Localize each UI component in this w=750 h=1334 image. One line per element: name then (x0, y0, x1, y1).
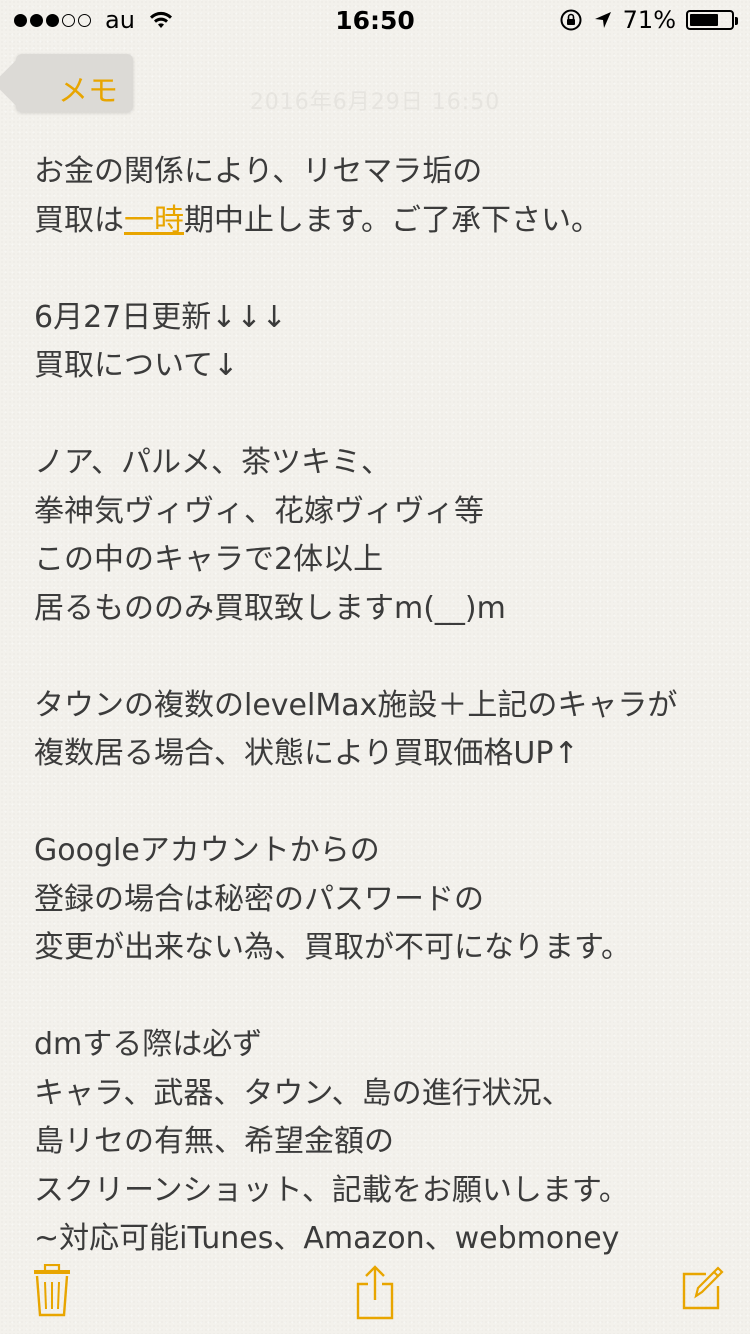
trash-icon[interactable] (32, 1264, 72, 1318)
note-line: dmする際は必ず (34, 1027, 263, 1062)
note-line-text: 買取は (34, 202, 124, 238)
note-line: 居るもののみ買取致しますm(__)m (34, 590, 506, 626)
status-bar: au 16:50 71% (0, 0, 750, 40)
battery-cap (735, 17, 738, 25)
note-line: 買取は一時期中止します。ご了承下さい。 (34, 197, 734, 246)
location-arrow-icon (594, 12, 611, 28)
note-line: スクリーンショット、記載をお願いします。 (34, 1172, 629, 1208)
note-line (34, 973, 734, 1022)
note-line: お金の関係により、リセマラ垢の (34, 154, 483, 189)
note-body[interactable]: お金の関係により、リセマラ垢の 買取は一時期中止します。ご了承下さい。 6月27日更… (34, 148, 734, 1264)
note-line: 島リセの有無、希望金額の (34, 1124, 394, 1159)
detected-link[interactable]: 一時 (124, 203, 184, 238)
note-line (34, 245, 734, 294)
orientation-lock-icon (560, 9, 582, 31)
note-line: 登録の場合は秘密のパスワードの (34, 881, 484, 917)
note-line: この中のキャラで2体以上 (34, 542, 384, 577)
note-line (34, 633, 734, 682)
compose-icon[interactable] (680, 1264, 724, 1312)
note-line: ノア、パルメ、茶ツキミ、 (34, 445, 391, 480)
status-right: 71% (559, 6, 738, 34)
note-line: 6月27日更新↓↓↓ (34, 299, 287, 335)
note-line: 変更が出来ない為、買取が不可になります。 (34, 930, 631, 965)
note-line: 買取について↓ (34, 348, 239, 383)
share-icon[interactable] (354, 1264, 396, 1320)
battery-fill (690, 14, 719, 26)
battery-icon (686, 10, 738, 30)
battery-percent: 71% (622, 6, 676, 34)
bottom-toolbar (0, 1250, 750, 1334)
note-line: Googleアカウントからの (34, 833, 380, 868)
note-line: 複数居る場合、状態により買取価格UP↑ (34, 736, 579, 771)
note-line: キャラ、武器、タウン、島の進行状況、 (34, 1075, 572, 1111)
note-date: 2016年6月29日 16:50 (249, 90, 501, 115)
note-line: タウンの複数のlevelMax施設＋上記のキャラが (34, 687, 678, 723)
note-line (34, 779, 734, 828)
note-line: 拳神気ヴィヴィ、花嫁ヴィヴィ等 (34, 493, 484, 529)
note-line-text: 期中止します。ご了承下さい。 (184, 202, 601, 238)
note-line (34, 391, 734, 440)
